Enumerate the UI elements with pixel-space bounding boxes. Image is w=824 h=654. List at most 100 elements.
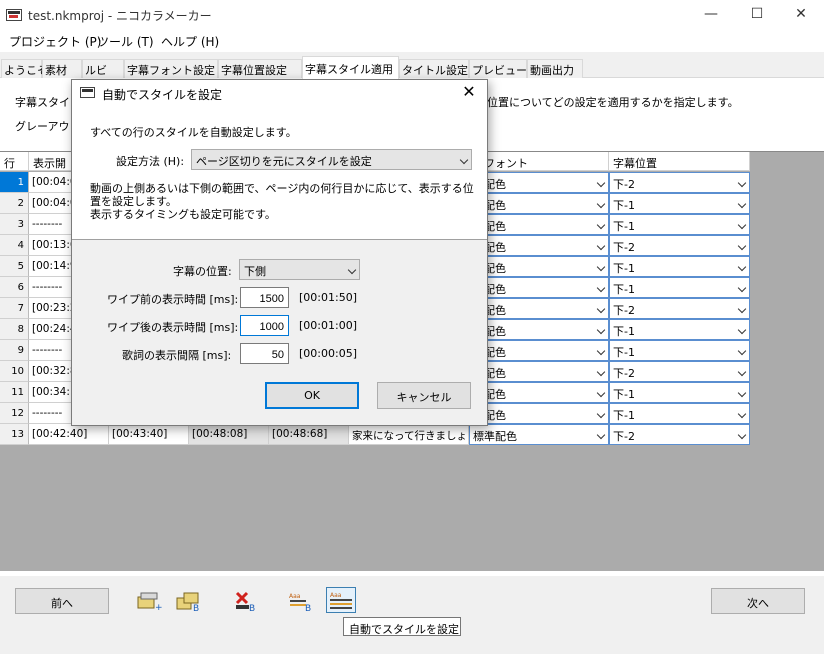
- wipe-after-input[interactable]: [240, 315, 289, 336]
- dialog-title: 自動でスタイルを設定: [102, 88, 223, 102]
- row-number[interactable]: 13: [0, 424, 29, 445]
- font-dropdown[interactable]: 準配色: [469, 214, 609, 235]
- position-select[interactable]: 下側: [239, 259, 360, 280]
- tab-style-apply[interactable]: 字幕スタイル適用: [302, 56, 399, 79]
- position-dropdown[interactable]: 下-1: [609, 382, 750, 403]
- font-dropdown[interactable]: 準配色: [469, 256, 609, 277]
- row-number[interactable]: 2: [0, 193, 29, 214]
- position-dropdown[interactable]: 下-1: [609, 403, 750, 424]
- cell-lyric[interactable]: 家来になって行きましょう: [349, 424, 469, 445]
- lyric-interval-label: 歌詞の表示間隔 [ms]:: [122, 349, 232, 362]
- tab-font-settings[interactable]: 字幕フォント設定: [124, 59, 218, 78]
- ok-button[interactable]: OK: [265, 382, 359, 409]
- apply-style-all-icon[interactable]: B: [174, 588, 204, 614]
- apply-style-selected-icon[interactable]: +B: [134, 588, 169, 614]
- position-dropdown[interactable]: 下-1: [609, 277, 750, 298]
- font-dropdown[interactable]: 準配色: [469, 319, 609, 340]
- font-dropdown[interactable]: 準配色: [469, 277, 609, 298]
- svg-text:B: B: [249, 604, 255, 613]
- method-select[interactable]: ページ区切りを元にスタイルを設定: [191, 149, 472, 170]
- position-dropdown[interactable]: 下-2: [609, 298, 750, 319]
- next-button[interactable]: 次へ: [711, 588, 805, 614]
- grid-header-position[interactable]: 字幕位置: [609, 152, 750, 171]
- tab-title-settings[interactable]: タイトル設定: [399, 59, 469, 78]
- table-row: 13 [00:42:40] [00:43:40] [00:48:08] [00:…: [0, 424, 750, 445]
- font-dropdown[interactable]: 準配色: [469, 172, 609, 193]
- wipe-before-input[interactable]: [240, 287, 289, 308]
- position-dropdown[interactable]: 下-1: [609, 256, 750, 277]
- position-dropdown-value: 下-1: [613, 409, 635, 422]
- cell-show-time[interactable]: [00:42:40]: [29, 424, 109, 445]
- tab-preview[interactable]: プレビュー: [469, 59, 527, 78]
- chevron-down-icon: [737, 409, 747, 419]
- position-dropdown[interactable]: 下-2: [609, 235, 750, 256]
- row-number[interactable]: 8: [0, 319, 29, 340]
- cell-hide-time[interactable]: [00:48:68]: [269, 424, 349, 445]
- row-number[interactable]: 12: [0, 403, 29, 424]
- prev-button[interactable]: 前へ: [15, 588, 109, 614]
- menu-tools[interactable]: ツール (T): [97, 33, 154, 50]
- clear-style-icon[interactable]: B: [230, 588, 260, 614]
- font-dropdown[interactable]: 準配色: [469, 340, 609, 361]
- tab-strip: ようこそ 素材 ルビ 字幕フォント設定 字幕位置設定 字幕スタイル適用 タイトル…: [0, 56, 824, 79]
- position-dropdown[interactable]: 下-2: [609, 424, 750, 445]
- tab-welcome[interactable]: ようこそ: [1, 59, 48, 78]
- font-dropdown[interactable]: 準配色: [469, 361, 609, 382]
- maximize-button[interactable]: ☐: [734, 0, 780, 30]
- row-number[interactable]: 4: [0, 235, 29, 256]
- position-dropdown[interactable]: 下-1: [609, 340, 750, 361]
- row-number[interactable]: 11: [0, 382, 29, 403]
- row-number[interactable]: 3: [0, 214, 29, 235]
- grid-header-row[interactable]: 行: [0, 152, 29, 171]
- wipe-before-formatted: [00:01:50]: [299, 291, 357, 304]
- lyric-interval-formatted: [00:00:05]: [299, 347, 357, 360]
- font-dropdown[interactable]: 準配色: [469, 403, 609, 424]
- dialog-app-icon: [80, 87, 95, 98]
- menu-project[interactable]: プロジェクト (P): [9, 33, 101, 50]
- position-dropdown-value: 下-2: [613, 430, 635, 443]
- tab-material[interactable]: 素材: [42, 59, 82, 78]
- row-number[interactable]: 9: [0, 340, 29, 361]
- font-dropdown[interactable]: 準配色: [469, 235, 609, 256]
- chevron-down-icon: [737, 304, 747, 314]
- tab-ruby[interactable]: ルビ: [82, 59, 124, 78]
- chevron-down-icon: [596, 430, 606, 440]
- cancel-button[interactable]: キャンセル: [377, 382, 471, 409]
- tab-video-output[interactable]: 動画出力: [527, 59, 583, 78]
- minimize-button[interactable]: —: [688, 0, 734, 30]
- position-dropdown[interactable]: 下-2: [609, 172, 750, 193]
- close-button[interactable]: ✕: [778, 0, 824, 30]
- window-titlebar: test.nkmproj - ニコカラメーカー — ☐ ✕: [0, 0, 824, 30]
- position-select-value: 下側: [244, 265, 266, 278]
- position-dropdown[interactable]: 下-2: [609, 361, 750, 382]
- font-dropdown[interactable]: 準配色: [469, 298, 609, 319]
- chevron-down-icon: [596, 283, 606, 293]
- lyric-interval-input[interactable]: [240, 343, 289, 364]
- position-dropdown[interactable]: 下-1: [609, 193, 750, 214]
- font-dropdown[interactable]: 準配色: [469, 193, 609, 214]
- cell-wipe-start[interactable]: [00:43:40]: [109, 424, 189, 445]
- svg-text:B: B: [193, 604, 199, 613]
- position-dropdown[interactable]: 下-1: [609, 319, 750, 340]
- grid-header-font[interactable]: 幕フォント: [469, 152, 609, 171]
- chevron-down-icon: [737, 199, 747, 209]
- dialog-close-button[interactable]: ✕: [457, 81, 481, 103]
- font-dropdown[interactable]: 準配色: [469, 382, 609, 403]
- tab-position-settings[interactable]: 字幕位置設定: [218, 59, 302, 78]
- chevron-down-icon: [737, 178, 747, 188]
- row-number[interactable]: 1: [0, 172, 29, 193]
- dialog-top-section: すべての行のスタイルを自動設定します。 設定方法 (H): ページ区切りを元にス…: [72, 104, 487, 240]
- auto-style-settings-icon[interactable]: Aaa: [326, 587, 356, 613]
- menu-help[interactable]: ヘルプ (H): [161, 33, 219, 50]
- auto-style-simple-icon[interactable]: Aaa B: [286, 588, 316, 614]
- chevron-down-icon: [459, 155, 469, 165]
- row-number[interactable]: 10: [0, 361, 29, 382]
- cell-wipe-end[interactable]: [00:48:08]: [189, 424, 269, 445]
- auto-style-simple-icon-graphic: Aaa B: [289, 593, 311, 614]
- row-number[interactable]: 5: [0, 256, 29, 277]
- position-dropdown[interactable]: 下-1: [609, 214, 750, 235]
- row-number[interactable]: 6: [0, 277, 29, 298]
- method-select-value: ページ区切りを元にスタイルを設定: [196, 155, 372, 168]
- row-number[interactable]: 7: [0, 298, 29, 319]
- font-dropdown[interactable]: 標準配色: [469, 424, 609, 445]
